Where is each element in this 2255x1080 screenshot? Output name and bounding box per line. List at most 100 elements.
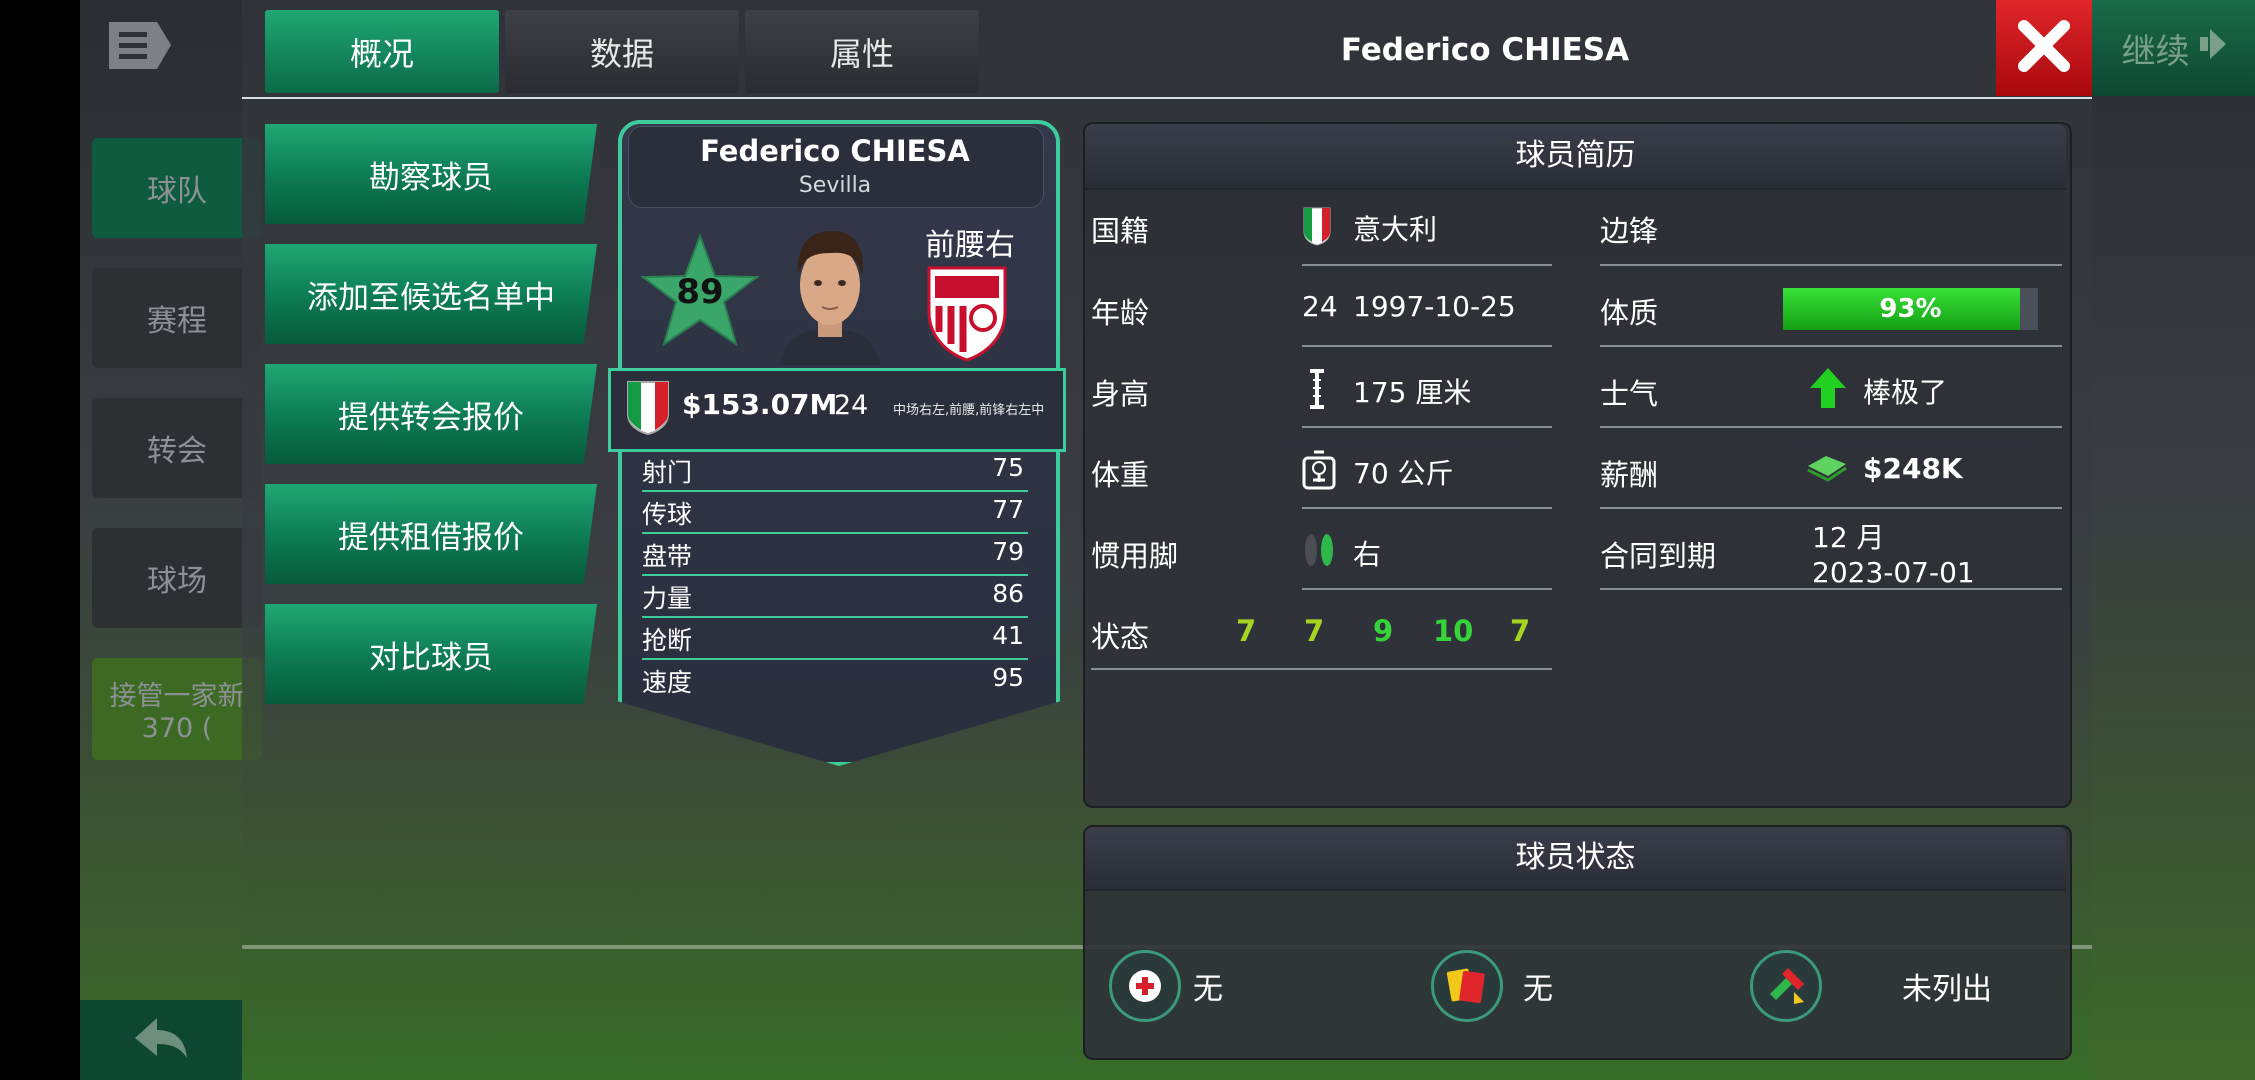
continue-button[interactable]: 继续 [2092, 0, 2255, 96]
injury-icon [1109, 950, 1181, 1022]
bg-menu-item-transfer[interactable]: 转会 [92, 398, 262, 498]
stat-name: 抢断 [642, 626, 693, 655]
close-button[interactable] [1996, 0, 2092, 96]
compare-player-button[interactable]: 对比球员 [265, 604, 597, 704]
row-divider [1302, 264, 1552, 266]
status-panel-title: 球员状态 [1085, 827, 2066, 891]
add-to-shortlist-button[interactable]: 添加至候选名单中 [265, 244, 597, 344]
club-badge-icon [925, 262, 1009, 362]
fitness-bar: 93% [1783, 288, 2038, 330]
birthdate-value: 1997-10-25 [1353, 290, 1516, 323]
listing-value: 未列出 [1902, 972, 1992, 1007]
bg-menu-label: 赛程 [147, 304, 207, 339]
stat-name: 盘带 [642, 542, 693, 571]
weight-scale-icon [1302, 450, 1336, 494]
continue-label: 继续 [2121, 31, 2190, 72]
stat-name: 速度 [642, 668, 693, 697]
row-divider [1600, 507, 2062, 509]
stat-name: 射门 [642, 458, 693, 487]
nationality-label: 国籍 [1091, 214, 1150, 248]
row-divider [1302, 588, 1552, 590]
form-value: 7 [1236, 614, 1257, 648]
card-position: 前腰右 [925, 228, 1015, 263]
stat-row-strength: 力量 86 [642, 576, 1028, 618]
button-label: 添加至候选名单中 [307, 279, 555, 316]
foot-value: 右 [1353, 538, 1382, 571]
card-player-name: Federico CHIESA [700, 134, 970, 168]
card-age: 24 [834, 390, 869, 421]
nationality-value: 意大利 [1353, 213, 1438, 246]
fitness-label: 体质 [1600, 296, 1659, 330]
cards-value: 无 [1523, 972, 1553, 1007]
row-divider [1302, 507, 1552, 509]
stat-name: 传球 [642, 500, 693, 529]
row-divider [1600, 264, 2062, 266]
menu-icon[interactable] [105, 18, 175, 73]
row-divider [1302, 345, 1552, 347]
row-divider [1600, 345, 2062, 347]
contract-date: 2023-07-01 [1812, 556, 1975, 589]
bg-promo[interactable]: 接管一家新 370 ( [92, 658, 262, 760]
stat-name: 力量 [642, 584, 693, 613]
morale-up-arrow-icon [1808, 366, 1848, 414]
contract-label: 合同到期 [1600, 539, 1717, 573]
stat-row-passing: 传球 77 [642, 492, 1028, 534]
age-value: 24 [1302, 290, 1338, 323]
card-positions-detail: 中场右左,前腰,前锋右左中 [893, 403, 1045, 418]
form-value: 7 [1304, 614, 1325, 648]
fitness-value: 93% [1879, 294, 1942, 324]
stat-row-shooting: 射门 75 [642, 450, 1028, 492]
stat-value: 77 [992, 495, 1024, 524]
injury-value: 无 [1193, 972, 1223, 1007]
italy-flag-small-icon [1302, 206, 1332, 250]
morale-label: 士气 [1600, 377, 1659, 411]
button-label: 提供租借报价 [338, 519, 524, 556]
stat-value: 41 [992, 621, 1024, 650]
tab-label: 数据 [589, 34, 654, 73]
bg-menu-item-fixtures[interactable]: 赛程 [92, 268, 262, 368]
height-value: 175 厘米 [1353, 376, 1472, 409]
tab-attributes[interactable]: 属性 [745, 10, 979, 93]
header-divider [242, 97, 2092, 99]
money-icon [1806, 452, 1848, 486]
bio-panel-title: 球员简历 [1085, 124, 2066, 190]
button-label: 对比球员 [369, 639, 493, 676]
wage-value: $248K [1863, 452, 1963, 485]
tab-data[interactable]: 数据 [505, 10, 739, 93]
wage-label: 薪酬 [1600, 458, 1659, 492]
tab-overview[interactable]: 概况 [265, 10, 499, 93]
modal-title: Federico CHIESA [1340, 32, 1630, 68]
bg-menu-item-stadium[interactable]: 球场 [92, 528, 262, 628]
market-value: $153.07M [682, 388, 838, 421]
stat-value: 79 [992, 537, 1024, 566]
player-rating: 89 [676, 272, 724, 312]
stat-value: 86 [992, 579, 1024, 608]
close-icon [2016, 18, 2072, 78]
transfer-offer-button[interactable]: 提供转会报价 [265, 364, 597, 464]
stat-row-dribbling: 盘带 79 [642, 534, 1028, 576]
bg-menu-label: 球场 [147, 564, 207, 599]
card-club-name: Sevilla [798, 173, 872, 198]
height-icon [1308, 368, 1326, 414]
tab-label: 属性 [829, 34, 894, 73]
button-label: 勘察球员 [369, 159, 493, 196]
bg-menu-label: 转会 [147, 434, 207, 469]
footprint-icon [1302, 530, 1336, 576]
bg-menu-item-team[interactable]: 球队 [92, 138, 262, 238]
back-button[interactable] [80, 1000, 242, 1080]
stat-row-pace: 速度 95 [642, 660, 1028, 700]
contract-months: 12 月 [1812, 521, 1885, 554]
morale-value: 棒极了 [1863, 376, 1948, 409]
stat-value: 95 [992, 663, 1024, 692]
scout-player-button[interactable]: 勘察球员 [265, 124, 597, 224]
cards-icon [1431, 950, 1503, 1022]
form-label: 状态 [1091, 620, 1150, 654]
weight-value: 70 公斤 [1353, 457, 1454, 490]
loan-offer-button[interactable]: 提供租借报价 [265, 484, 597, 584]
bg-menu-label: 球队 [147, 174, 207, 209]
form-value: 10 [1433, 614, 1474, 648]
form-value: 7 [1510, 614, 1531, 648]
row-divider [1600, 426, 2062, 428]
tab-label: 概况 [349, 34, 414, 73]
form-value: 9 [1373, 614, 1394, 648]
